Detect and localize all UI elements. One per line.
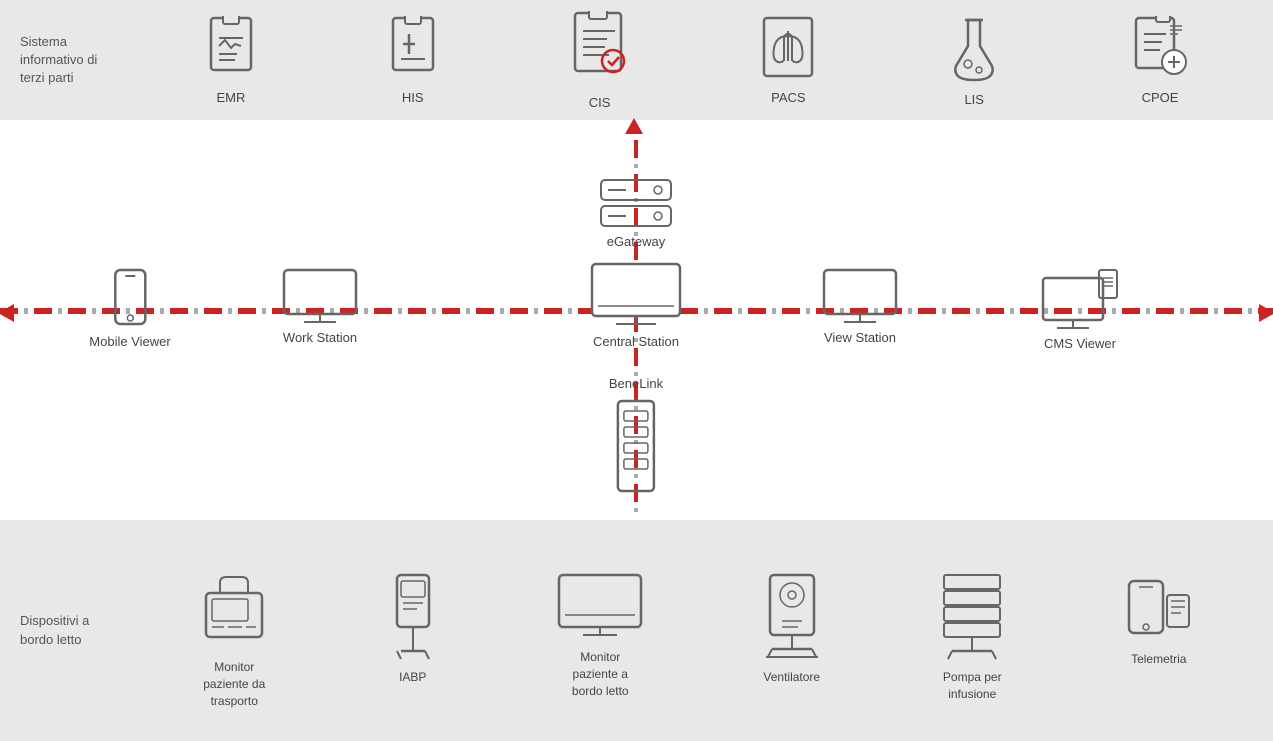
central-station-label: Central Station bbox=[593, 334, 679, 349]
transport-monitor-item: Monitor paziente da trasporto bbox=[198, 571, 270, 709]
bedside-monitor-icon bbox=[555, 571, 645, 641]
ventilator-icon bbox=[762, 571, 822, 661]
emr-item: EMR bbox=[205, 16, 257, 105]
pacs-icon bbox=[760, 16, 816, 84]
his-icon bbox=[387, 16, 439, 84]
iabp-item: IABP bbox=[387, 571, 439, 686]
infusion-pump-item: Pompa per infusione bbox=[938, 571, 1006, 703]
bottom-section: Dispositivi a bordo letto Monitor pazien… bbox=[0, 520, 1273, 741]
bottom-icons-container: Monitor paziente da trasporto IABP bbox=[140, 551, 1253, 709]
iabp-label: IABP bbox=[399, 669, 426, 686]
cpoe-icon bbox=[1132, 16, 1188, 84]
mobile-viewer-node: Mobile Viewer bbox=[89, 268, 170, 349]
cms-viewer-node: CMS Viewer bbox=[1039, 268, 1121, 351]
infusion-pump-label: Pompa per infusione bbox=[943, 669, 1002, 703]
lis-item: LIS bbox=[946, 14, 1002, 107]
infusion-pump-icon bbox=[938, 571, 1006, 661]
central-station-icon bbox=[588, 262, 684, 328]
view-station-icon bbox=[820, 268, 900, 324]
benelink-node: BeneLink bbox=[609, 376, 663, 499]
cis-label: CIS bbox=[589, 95, 611, 110]
arrow-up bbox=[623, 116, 645, 143]
his-item: HIS bbox=[387, 16, 439, 105]
lis-label: LIS bbox=[964, 92, 984, 107]
telemetry-icon bbox=[1123, 571, 1195, 643]
central-station-node: Central Station bbox=[588, 262, 684, 349]
lis-icon bbox=[946, 14, 1002, 86]
cis-item: CIS bbox=[569, 11, 631, 110]
pacs-item: PACS bbox=[760, 16, 816, 105]
cis-icon bbox=[569, 11, 631, 89]
telemetry-item: Telemetria bbox=[1123, 571, 1195, 668]
pacs-label: PACS bbox=[771, 90, 805, 105]
benelink-icon bbox=[612, 399, 660, 499]
bedside-monitor-item: Monitor paziente a bordo letto bbox=[555, 571, 645, 699]
view-station-label: View Station bbox=[824, 330, 896, 345]
mobile-viewer-label: Mobile Viewer bbox=[89, 334, 170, 349]
egateway-label: eGateway bbox=[607, 234, 666, 249]
work-station-label: Work Station bbox=[283, 330, 357, 345]
benelink-label: BeneLink bbox=[609, 376, 663, 391]
mobile-viewer-icon bbox=[111, 268, 149, 328]
telemetry-label: Telemetria bbox=[1131, 651, 1186, 668]
view-station-node: View Station bbox=[820, 268, 900, 345]
transport-monitor-icon bbox=[198, 571, 270, 651]
egateway-node: eGateway bbox=[596, 176, 676, 249]
his-label: HIS bbox=[402, 90, 424, 105]
transport-monitor-label: Monitor paziente da trasporto bbox=[203, 659, 265, 709]
cpoe-label: CPOE bbox=[1142, 90, 1179, 105]
top-section: Sistema informativo di terzi parti EMR bbox=[0, 0, 1273, 120]
ventilator-label: Ventilatore bbox=[763, 669, 820, 686]
cms-viewer-icon bbox=[1039, 268, 1121, 330]
emr-label: EMR bbox=[216, 90, 245, 105]
emr-icon bbox=[205, 16, 257, 84]
work-station-node: Work Station bbox=[280, 268, 360, 345]
iabp-icon bbox=[387, 571, 439, 661]
bottom-section-label: Dispositivi a bordo letto bbox=[20, 612, 140, 648]
top-icons-container: EMR HIS CIS bbox=[140, 11, 1253, 110]
egateway-icon bbox=[596, 176, 676, 230]
ventilator-item: Ventilatore bbox=[762, 571, 822, 686]
cpoe-item: CPOE bbox=[1132, 16, 1188, 105]
cms-viewer-label: CMS Viewer bbox=[1044, 336, 1116, 351]
top-section-label: Sistema informativo di terzi parti bbox=[20, 33, 140, 88]
bedside-monitor-label: Monitor paziente a bordo letto bbox=[572, 649, 629, 699]
arrow-right bbox=[1255, 302, 1273, 329]
middle-section: eGateway Mobile Viewer Work Station bbox=[0, 120, 1273, 520]
work-station-icon bbox=[280, 268, 360, 324]
arrow-left bbox=[0, 302, 18, 329]
